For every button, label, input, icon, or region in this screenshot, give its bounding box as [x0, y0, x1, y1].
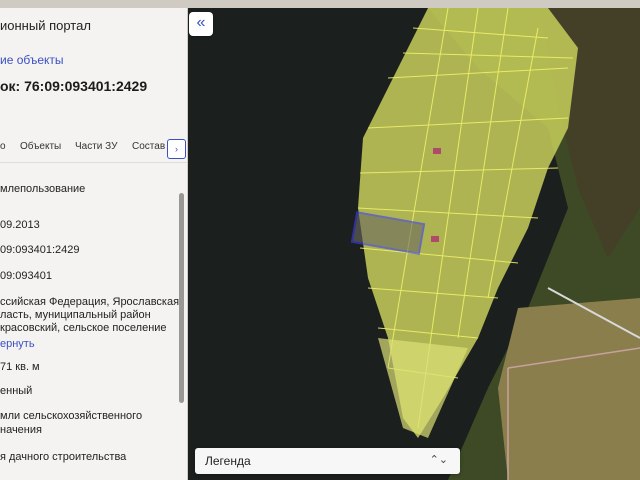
field-area: 71 кв. м: [0, 361, 40, 373]
field-cadastral-number: 09:093401:2429: [0, 244, 80, 256]
map-imagery: [188, 8, 640, 480]
collapse-address-link[interactable]: ернуть: [0, 338, 35, 350]
double-chevron-left-icon: «: [196, 14, 206, 31]
field-category-line-2: начения: [0, 424, 42, 436]
tab-divider: [0, 162, 187, 163]
panel-scrollbar[interactable]: [179, 193, 184, 403]
field-category-line-1: мли сельскохозяйственного: [0, 410, 143, 422]
screen-bezel: [0, 0, 640, 8]
satellite-map[interactable]: [188, 8, 640, 480]
collapse-panel-button[interactable]: «: [189, 12, 213, 36]
back-link[interactable]: ие объекты: [0, 53, 64, 67]
field-quarter: 09:093401: [0, 270, 52, 282]
info-panel: ионный портал ие объекты ок: 76:09:09340…: [0, 8, 188, 480]
chevron-up-down-icon: ⌃⌄: [429, 454, 448, 466]
tab-objects[interactable]: Объекты: [20, 141, 61, 152]
portal-title: ионный портал: [0, 18, 91, 33]
tab-composition[interactable]: Состав: [132, 141, 165, 152]
field-address-line-3: красовский, сельское поселение: [0, 322, 167, 334]
parcel-id: ок: 76:09:093401:2429: [0, 78, 148, 94]
field-land-use: млепользование: [0, 183, 86, 195]
tab-scroll-right-icon[interactable]: ›: [167, 139, 186, 159]
field-permitted-use: я дачного строительства: [0, 451, 127, 463]
field-status: енный: [0, 385, 33, 397]
legend-dropdown[interactable]: Легенда ⌃⌄: [195, 448, 460, 474]
field-address-line-2: ласть, муниципальный район: [0, 309, 151, 321]
tab-parts[interactable]: Части ЗУ: [75, 141, 117, 152]
field-date: 09.2013: [0, 219, 40, 231]
building-marker: [433, 148, 441, 154]
tab-bar: о Объекты Части ЗУ Состав ›: [0, 138, 187, 163]
field-address-line-1: ссийская Федерация, Ярославская: [0, 296, 180, 308]
tab-info[interactable]: о: [0, 141, 6, 152]
legend-label: Легенда: [205, 454, 251, 468]
building-marker: [431, 236, 439, 242]
